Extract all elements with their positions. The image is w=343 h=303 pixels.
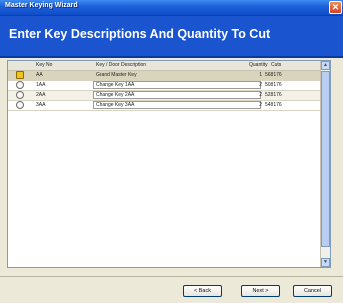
cuts-cell: 508176: [265, 82, 282, 88]
quantity-cell[interactable]: 2: [254, 102, 262, 108]
quantity-cell[interactable]: 1: [254, 72, 262, 78]
key-icon: [16, 91, 24, 99]
key-icon: [16, 81, 24, 89]
cancel-button[interactable]: Cancel: [293, 285, 332, 297]
key-table-panel: Key No Key / Door Description Quantity C…: [7, 60, 331, 268]
scroll-thumb[interactable]: [321, 71, 330, 247]
table-row[interactable]: 2AA Change Key 2AA 2 528176: [8, 91, 321, 101]
description-cell[interactable]: Change Key 3AA: [96, 102, 134, 108]
window-title: Master Keying Wizard: [5, 2, 78, 9]
close-icon: ✕: [331, 2, 340, 12]
description-cell[interactable]: Grand Master Key: [96, 72, 137, 78]
column-header-key-no[interactable]: Key No: [36, 62, 52, 68]
description-cell[interactable]: Change Key 2AA: [96, 92, 134, 98]
table-row[interactable]: 3AA Change Key 3AA 2 548176: [8, 101, 321, 111]
table-row[interactable]: 1AA Change Key 1AA 2 508176: [8, 81, 321, 91]
selected-row-icon: [16, 71, 24, 79]
quantity-cell[interactable]: 2: [254, 92, 262, 98]
key-no-cell: 2AA: [36, 92, 46, 98]
column-header-cuts[interactable]: Cuts: [271, 62, 281, 68]
chevron-up-icon: ▲: [323, 62, 328, 68]
key-icon: [16, 101, 24, 109]
table-row[interactable]: AA Grand Master Key 1 568176: [8, 71, 321, 81]
footer-divider: [0, 276, 343, 277]
cuts-cell: 568176: [265, 72, 282, 78]
table-header: Key No Key / Door Description Quantity C…: [8, 61, 321, 71]
wizard-header: Enter Key Descriptions And Quantity To C…: [0, 16, 343, 56]
quantity-cell[interactable]: 2: [254, 82, 262, 88]
cuts-cell: 528176: [265, 92, 282, 98]
key-no-cell: 1AA: [36, 82, 46, 88]
scroll-down-button[interactable]: ▼: [321, 258, 330, 267]
description-cell[interactable]: Change Key 1AA: [96, 82, 134, 88]
column-header-description[interactable]: Key / Door Description: [96, 62, 146, 68]
close-button[interactable]: ✕: [329, 1, 342, 14]
chevron-down-icon: ▼: [323, 259, 328, 265]
header-divider: [0, 56, 343, 58]
column-header-quantity[interactable]: Quantity: [249, 62, 268, 68]
key-no-cell: 3AA: [36, 102, 46, 108]
back-button[interactable]: < Back: [183, 285, 222, 297]
page-title: Enter Key Descriptions And Quantity To C…: [9, 27, 271, 41]
key-no-cell: AA: [36, 72, 43, 78]
scroll-up-button[interactable]: ▲: [321, 61, 330, 70]
next-button[interactable]: Next >: [241, 285, 280, 297]
vertical-scrollbar[interactable]: ▲ ▼: [320, 61, 330, 267]
cuts-cell: 548176: [265, 102, 282, 108]
title-bar: Master Keying Wizard ✕: [0, 0, 343, 16]
